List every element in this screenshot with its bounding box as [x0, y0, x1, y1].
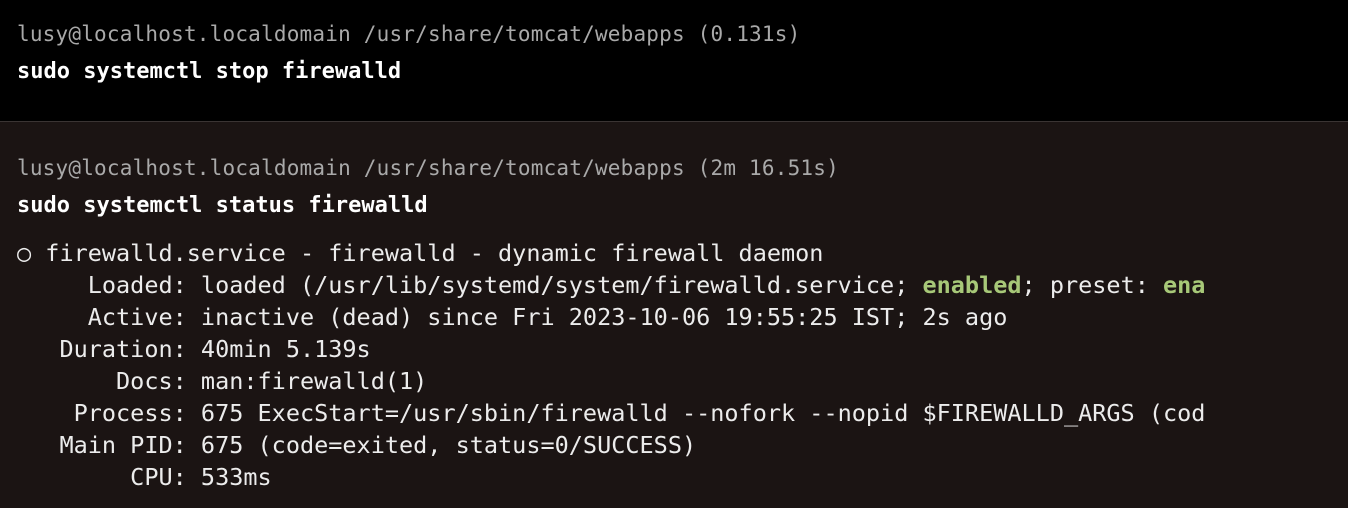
terminal-block-stop[interactable]: lusy@localhost.localdomain /usr/share/to… [0, 0, 1348, 121]
service-header: ○ firewalld.service - firewalld - dynami… [17, 239, 824, 267]
cpu-line: CPU: 533ms [17, 463, 272, 491]
main-pid-line: Main PID: 675 (code=exited, status=0/SUC… [17, 431, 697, 459]
docs-line: Docs: man:firewalld(1) [17, 367, 428, 395]
loaded-line: Loaded: loaded (/usr/lib/systemd/system/… [17, 271, 1348, 299]
prompt-line: lusy@localhost.localdomain /usr/share/to… [17, 22, 801, 46]
prompt-line: lusy@localhost.localdomain /usr/share/to… [17, 156, 839, 180]
preset-status: ena [1163, 271, 1206, 299]
command-line: sudo systemctl status firewalld [17, 193, 428, 218]
duration-line: Duration: 40min 5.139s [17, 335, 371, 363]
process-line: Process: 675 ExecStart=/usr/sbin/firewal… [17, 399, 1206, 427]
enabled-status: enabled [922, 271, 1022, 299]
command-line: sudo systemctl stop firewalld [17, 59, 402, 84]
loaded-preset-label: ; preset: [1021, 271, 1164, 299]
loaded-prefix: Loaded: loaded (/usr/lib/systemd/system/… [17, 271, 923, 299]
active-line: Active: inactive (dead) since Fri 2023-1… [17, 303, 1008, 331]
terminal-block-status[interactable]: lusy@localhost.localdomain /usr/share/to… [0, 122, 1348, 508]
